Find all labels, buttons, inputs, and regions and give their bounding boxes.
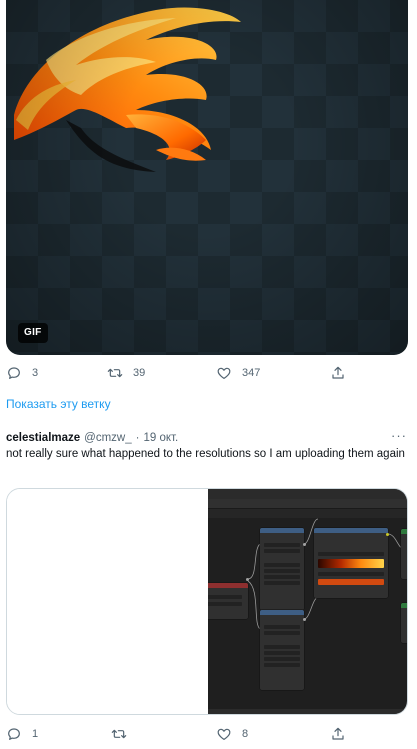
like-button[interactable]: 347 bbox=[216, 361, 260, 385]
socket-dot bbox=[303, 543, 306, 546]
output-node-fragment-2 bbox=[401, 603, 407, 643]
like-count: 347 bbox=[242, 367, 261, 379]
attribute-node bbox=[208, 583, 248, 619]
retweet-button[interactable]: 39 bbox=[107, 361, 145, 385]
color-ramp-gradient bbox=[318, 559, 384, 568]
retweet-icon bbox=[107, 368, 123, 378]
share-icon bbox=[332, 366, 344, 379]
reply-button[interactable]: 3 bbox=[6, 361, 38, 385]
retweet-icon bbox=[111, 729, 127, 739]
share-button[interactable] bbox=[330, 722, 346, 746]
header-separator: · bbox=[135, 432, 140, 444]
media-vignette bbox=[6, 0, 408, 355]
show-thread-link[interactable]: Показать эту ветку bbox=[6, 397, 111, 411]
tweet1-action-bar: 3 39 347 bbox=[0, 361, 417, 385]
tweet2-action-bar: 1 8 bbox=[0, 722, 417, 746]
reply-icon bbox=[8, 367, 20, 379]
retweet-count: 39 bbox=[133, 367, 146, 379]
color-ramp-swatch bbox=[318, 579, 384, 585]
reply-icon bbox=[8, 728, 20, 740]
reply-count: 3 bbox=[32, 367, 39, 379]
map-range-node-1 bbox=[260, 528, 304, 610]
like-icon bbox=[217, 728, 231, 740]
author-handle[interactable]: @cmzw_ bbox=[84, 432, 131, 444]
tweet-date[interactable]: 19 окт. bbox=[143, 432, 178, 444]
like-button[interactable]: 8 bbox=[216, 722, 248, 746]
tweet2-text: not really sure what happened to the res… bbox=[6, 448, 405, 460]
color-ramp-node bbox=[314, 528, 388, 598]
author-display-name[interactable]: celestialmaze bbox=[6, 432, 80, 444]
reply-count: 1 bbox=[32, 728, 39, 740]
share-icon bbox=[332, 727, 344, 740]
blender-node-editor-screenshot bbox=[208, 489, 407, 714]
tweet1-gif-media[interactable]: GIF bbox=[6, 0, 408, 355]
reply-button[interactable]: 1 bbox=[6, 722, 38, 746]
output-node-fragment-1 bbox=[401, 529, 407, 579]
map-range-node-2 bbox=[260, 610, 304, 690]
socket-dot bbox=[303, 618, 306, 621]
share-button[interactable] bbox=[330, 361, 346, 385]
blank-image-panel bbox=[7, 489, 208, 714]
retweet-button[interactable] bbox=[111, 722, 137, 746]
tweet2-image-media[interactable] bbox=[6, 488, 408, 715]
like-icon bbox=[217, 367, 231, 379]
gif-badge[interactable]: GIF bbox=[18, 323, 48, 343]
socket-dot bbox=[386, 533, 389, 536]
like-count: 8 bbox=[242, 728, 249, 740]
tweet2-header: celestialmaze @cmzw_ · 19 окт. ··· bbox=[6, 428, 411, 446]
socket-dot bbox=[246, 578, 249, 581]
more-icon[interactable]: ··· bbox=[391, 428, 407, 443]
